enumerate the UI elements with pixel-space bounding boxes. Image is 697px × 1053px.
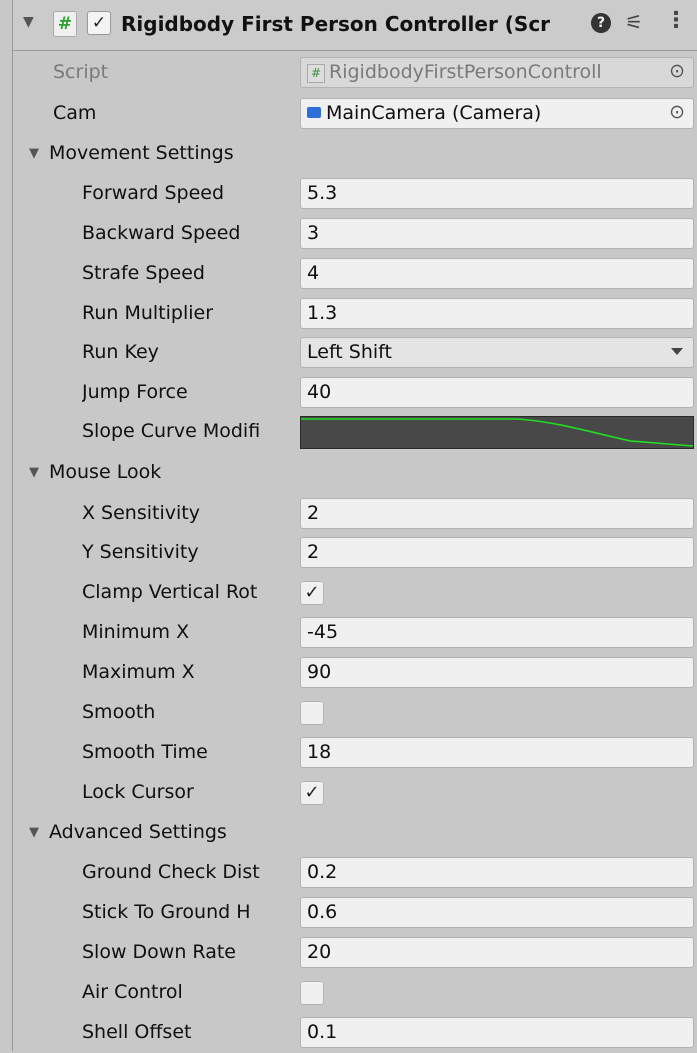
slope-curve-field[interactable] [300, 416, 694, 449]
component-header[interactable]: ▼ # ✓ Rigidbody First Person Controller … [13, 0, 697, 51]
cam-value: MainCamera (Camera) [326, 102, 542, 124]
slope-curve-graph [301, 418, 694, 447]
y-sensitivity-input[interactable]: 2 [300, 537, 694, 568]
run-multiplier-row: Run Multiplier 1.3 [13, 296, 697, 334]
run-multiplier-input[interactable]: 1.3 [300, 298, 694, 329]
clamp-vertical-label: Clamp Vertical Rot [82, 581, 258, 603]
slope-curve-row: Slope Curve Modifi [13, 414, 697, 452]
forward-speed-label: Forward Speed [82, 182, 225, 204]
foldout-arrow-icon[interactable]: ▼ [29, 146, 39, 161]
slope-curve-label: Slope Curve Modifi [82, 420, 261, 442]
lock-cursor-label: Lock Cursor [82, 781, 194, 803]
context-menu-icon[interactable]: ⋮ [665, 8, 687, 33]
script-file-icon: # [307, 64, 325, 83]
mouse-look-foldout[interactable]: ▼ Mouse Look [13, 455, 697, 493]
smooth-time-input[interactable]: 18 [300, 737, 694, 768]
smooth-label: Smooth [82, 701, 156, 723]
y-sensitivity-row: Y Sensitivity 2 [13, 535, 697, 573]
stick-to-ground-row: Stick To Ground H 0.6 [13, 895, 697, 933]
maximum-x-row: Maximum X 90 [13, 655, 697, 693]
ground-check-label: Ground Check Dist [82, 861, 260, 883]
run-key-value: Left Shift [307, 341, 392, 363]
jump-force-input[interactable]: 40 [300, 377, 694, 408]
movement-settings-label: Movement Settings [49, 142, 234, 164]
run-key-dropdown[interactable]: Left Shift [300, 337, 694, 368]
forward-speed-input[interactable]: 5.3 [300, 178, 694, 209]
component-enabled-checkbox[interactable]: ✓ [87, 11, 111, 35]
jump-force-row: Jump Force 40 [13, 375, 697, 413]
backward-speed-row: Backward Speed 3 [13, 216, 697, 254]
slow-down-rate-label: Slow Down Rate [82, 941, 236, 963]
maximum-x-input[interactable]: 90 [300, 657, 694, 688]
air-control-label: Air Control [82, 981, 183, 1003]
script-value: RigidbodyFirstPersonControll [329, 61, 602, 83]
shell-offset-input[interactable]: 0.1 [300, 1017, 694, 1048]
object-picker-icon[interactable]: ⊙ [669, 101, 685, 123]
minimum-x-label: Minimum X [82, 621, 190, 643]
foldout-arrow-icon[interactable]: ▼ [29, 465, 39, 480]
stick-to-ground-input[interactable]: 0.6 [300, 897, 694, 928]
smooth-time-row: Smooth Time 18 [13, 735, 697, 773]
inspector-panel: ▼ # ✓ Rigidbody First Person Controller … [12, 0, 697, 1051]
shell-offset-row: Shell Offset 0.1 [13, 1015, 697, 1053]
movement-settings-foldout[interactable]: ▼ Movement Settings [13, 136, 697, 174]
slow-down-rate-row: Slow Down Rate 20 [13, 935, 697, 973]
smooth-time-label: Smooth Time [82, 741, 208, 763]
strafe-speed-row: Strafe Speed 4 [13, 256, 697, 294]
run-key-row: Run Key Left Shift [13, 335, 697, 373]
script-row: Script # RigidbodyFirstPersonControll ⊙ [13, 55, 697, 93]
smooth-checkbox[interactable] [300, 701, 324, 725]
advanced-settings-label: Advanced Settings [49, 821, 227, 843]
shell-offset-label: Shell Offset [82, 1021, 192, 1043]
air-control-row: Air Control [13, 975, 697, 1013]
forward-speed-row: Forward Speed 5.3 [13, 176, 697, 214]
ground-check-input[interactable]: 0.2 [300, 857, 694, 888]
foldout-arrow-icon[interactable]: ▼ [29, 825, 39, 840]
script-field: # RigidbodyFirstPersonControll ⊙ [300, 57, 694, 88]
lock-cursor-row: Lock Cursor ✓ [13, 775, 697, 813]
script-label: Script [53, 61, 109, 83]
run-multiplier-label: Run Multiplier [82, 302, 214, 324]
air-control-checkbox[interactable] [300, 981, 324, 1005]
backward-speed-label: Backward Speed [82, 222, 241, 244]
run-key-label: Run Key [82, 341, 159, 363]
advanced-settings-foldout[interactable]: ▼ Advanced Settings [13, 815, 697, 853]
stick-to-ground-label: Stick To Ground H [82, 901, 251, 923]
jump-force-label: Jump Force [82, 381, 188, 403]
strafe-speed-label: Strafe Speed [82, 262, 205, 284]
mouse-look-label: Mouse Look [49, 461, 162, 483]
clamp-vertical-checkbox[interactable]: ✓ [300, 581, 324, 605]
cam-field[interactable]: MainCamera (Camera) ⊙ [300, 98, 694, 129]
object-picker-icon: ⊙ [669, 60, 685, 82]
curve-line [301, 418, 694, 447]
lock-cursor-checkbox[interactable]: ✓ [300, 781, 324, 805]
maximum-x-label: Maximum X [82, 661, 195, 683]
smooth-row: Smooth [13, 695, 697, 733]
minimum-x-row: Minimum X -45 [13, 615, 697, 653]
minimum-x-input[interactable]: -45 [300, 617, 694, 648]
foldout-arrow-icon[interactable]: ▼ [23, 14, 34, 30]
strafe-speed-input[interactable]: 4 [300, 258, 694, 289]
ground-check-row: Ground Check Dist 0.2 [13, 855, 697, 893]
backward-speed-input[interactable]: 3 [300, 218, 694, 249]
cam-label: Cam [53, 102, 97, 124]
chevron-down-icon [671, 348, 683, 355]
y-sensitivity-label: Y Sensitivity [82, 541, 199, 563]
slow-down-rate-input[interactable]: 20 [300, 937, 694, 968]
component-title: Rigidbody First Person Controller (Scr [121, 12, 551, 36]
help-icon[interactable]: ? [591, 13, 611, 33]
x-sensitivity-row: X Sensitivity 2 [13, 496, 697, 534]
presets-icon[interactable]: ⚟ [625, 10, 643, 34]
x-sensitivity-label: X Sensitivity [82, 502, 200, 524]
x-sensitivity-input[interactable]: 2 [300, 498, 694, 529]
camera-icon [307, 107, 321, 118]
cam-row: Cam MainCamera (Camera) ⊙ [13, 96, 697, 134]
clamp-vertical-row: Clamp Vertical Rot ✓ [13, 575, 697, 613]
script-icon: # [53, 11, 77, 37]
